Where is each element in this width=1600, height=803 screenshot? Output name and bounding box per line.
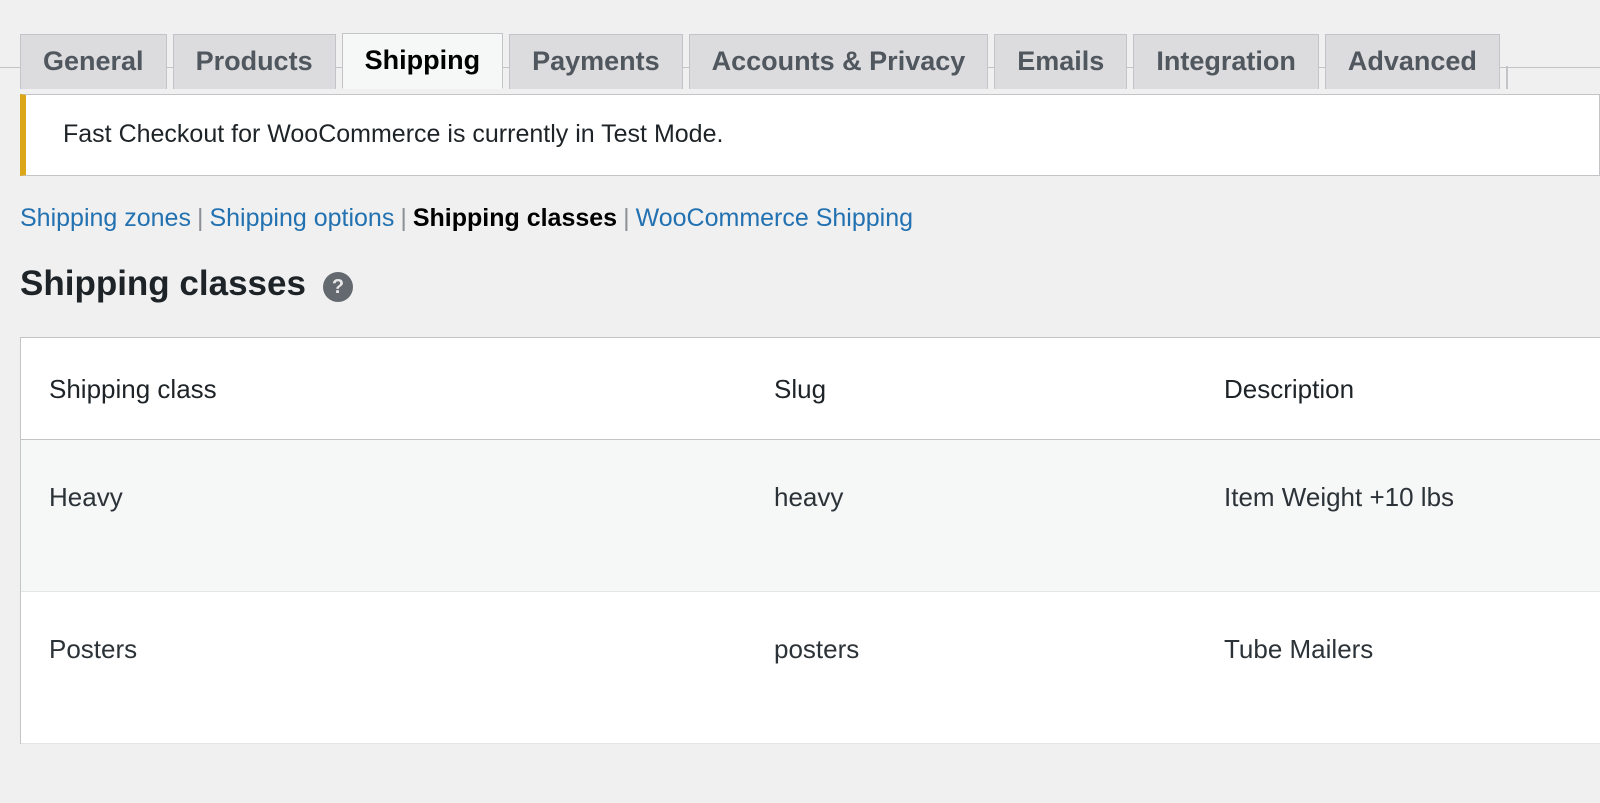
tab-payments[interactable]: Payments [509,34,683,90]
tab-shipping[interactable]: Shipping [341,33,504,90]
subnav-separator: | [400,204,407,232]
table-header-row: Shipping class Slug Description [21,337,1600,440]
tab-accounts-privacy[interactable]: Accounts & Privacy [688,34,989,90]
shipping-classes-table: Shipping class Slug Description Heavy he… [21,337,1600,744]
table-row[interactable]: Posters posters Tube Mailers [21,591,1600,744]
tab-advanced[interactable]: Advanced [1324,34,1500,90]
cell-shipping-class[interactable]: Posters [21,591,746,744]
tab-overflow-partial[interactable] [1505,66,1508,90]
table-head: Shipping class Slug Description [21,337,1600,440]
help-icon[interactable]: ? [322,271,353,302]
cell-shipping-class[interactable]: Heavy [21,439,746,592]
cell-slug: posters [746,591,1196,744]
test-mode-notice: Fast Checkout for WooCommerce is current… [20,94,1600,176]
cell-description: Item Weight +10 lbs [1196,439,1600,592]
tab-general[interactable]: General [20,34,167,90]
tab-products[interactable]: Products [172,34,336,90]
subnav-separator: | [196,204,204,232]
tab-integration[interactable]: Integration [1133,34,1319,90]
page-heading: Shipping classes ? [20,263,1600,305]
shipping-subnav: Shipping zones | Shipping options | Shipping… [20,202,1600,235]
subnav-shipping-options[interactable]: Shipping options [209,204,394,232]
subnav-shipping-zones[interactable]: Shipping zones [20,204,191,232]
cell-description: Tube Mailers [1196,591,1600,744]
subnav-woocommerce-shipping[interactable]: WooCommerce Shipping [636,204,913,232]
subnav-separator: | [623,204,630,232]
column-header-slug[interactable]: Slug [746,337,1196,440]
tab-emails[interactable]: Emails [994,34,1128,90]
table-body: Heavy heavy Item Weight +10 lbs Posters … [21,439,1600,744]
subnav-shipping-classes[interactable]: Shipping classes [413,204,617,232]
shipping-classes-table-wrap: Shipping class Slug Description Heavy he… [20,336,1600,744]
column-header-shipping-class[interactable]: Shipping class [21,337,746,440]
cell-slug: heavy [746,439,1196,592]
table-row[interactable]: Heavy heavy Item Weight +10 lbs [21,439,1600,592]
test-mode-notice-text: Fast Checkout for WooCommerce is current… [63,120,724,149]
page-title: Shipping classes [20,263,306,303]
column-header-description[interactable]: Description [1196,337,1600,440]
settings-tab-bar: General Products Shipping Payments Accounts … [0,0,1600,90]
